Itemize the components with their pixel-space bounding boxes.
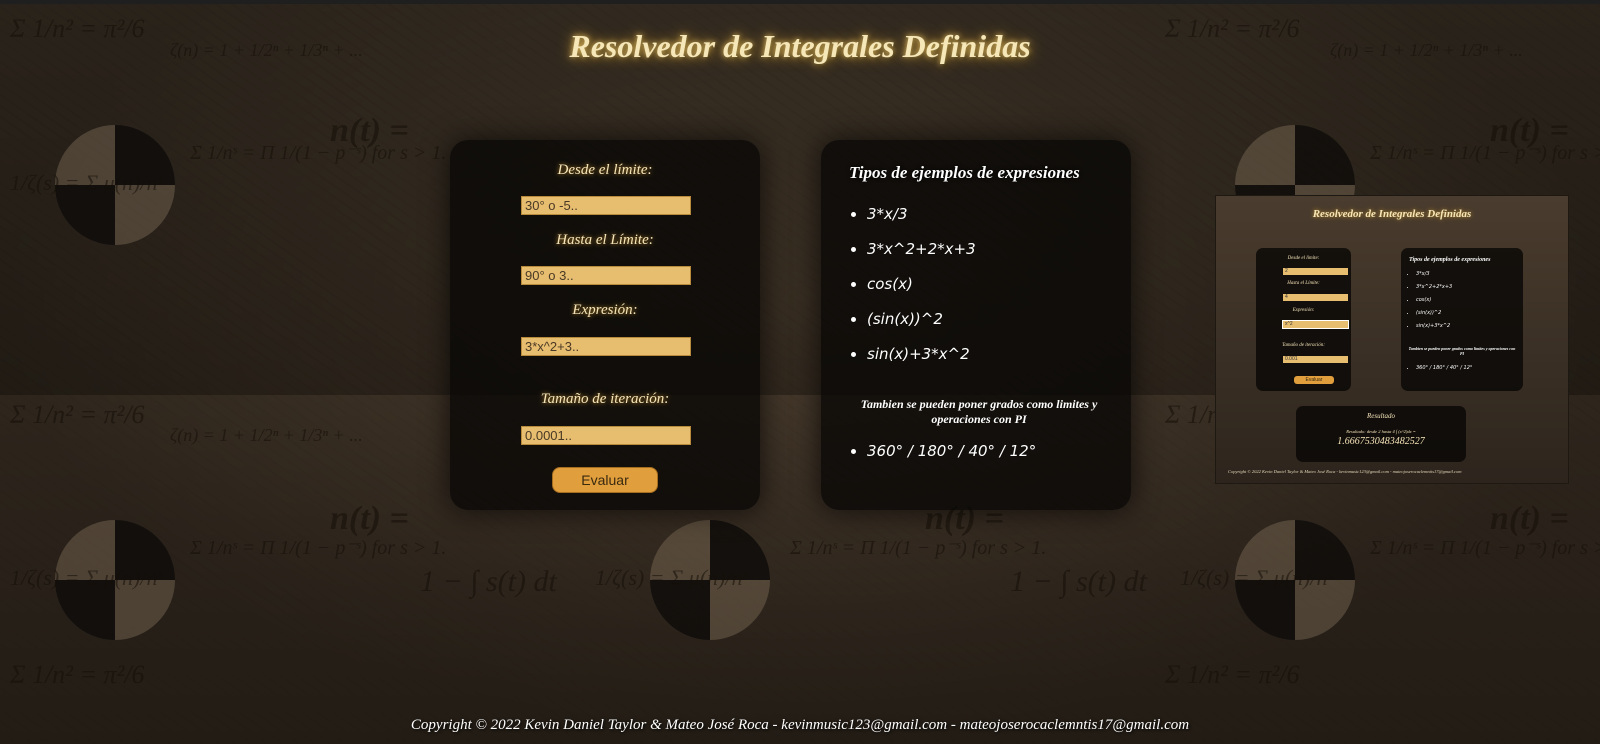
from-limit-input[interactable] xyxy=(521,196,691,215)
degree-example-item: 360° / 180° / 40° / 12° xyxy=(867,442,1036,460)
formula-decoration: 1/ζ(s) = Σ μ(n)/nˢ xyxy=(595,565,748,590)
formula-decoration: 1/ζ(s) = Σ μ(n)/nˢ xyxy=(10,565,163,590)
formula-decoration: 1 − ∫ s(t) dt xyxy=(1010,565,1147,598)
integral-form-panel: Desde el límite: Hasta el Límite: Expres… xyxy=(450,140,760,510)
preview-to-label: Hasta el Límite: xyxy=(1287,281,1320,286)
formula-decoration: Σ 1/nˢ = Π 1/(1 − p⁻ˢ) for s > 1. xyxy=(1370,537,1600,559)
preview-result-panel: Resultado Resultado: desde 2 hasta 4 ∫ (… xyxy=(1296,406,1466,462)
formula-decoration: n(t) = xyxy=(330,500,409,537)
preview-step-input: 0.001 xyxy=(1283,356,1348,363)
example-item: (sin(x))^2 xyxy=(867,310,976,345)
formula-decoration: Σ 1/n² = π²/6 xyxy=(10,660,145,689)
degrees-note: Tambien se pueden poner grados como limi… xyxy=(860,397,1098,426)
expression-input[interactable] xyxy=(521,337,691,356)
examples-title: Tipos de ejemplos de expresiones xyxy=(849,163,1080,182)
preview-examples-title: Tipos de ejemplos de expresiones xyxy=(1409,257,1491,263)
preview-from-input: 2 xyxy=(1283,268,1348,275)
formula-decoration: Σ 1/nˢ = Π 1/(1 − p⁻ˢ) for s > 1. xyxy=(190,537,447,559)
formula-decoration: Σ 1/nˢ = Π 1/(1 − p⁻ˢ) for s > 1. xyxy=(190,142,447,164)
preview-result-value: 1.6667530483482527 xyxy=(1337,436,1425,447)
preview-examples-panel: Tipos de ejemplos de expresiones 3*x/3 3… xyxy=(1401,248,1523,391)
formula-decoration: ζ(n) = 1 + 1/2ⁿ + 1/3ⁿ + ... xyxy=(170,425,363,445)
evaluate-button[interactable]: Evaluar xyxy=(552,467,658,493)
preview-example-item: sin(x)+3*x^2 xyxy=(1416,323,1452,336)
example-item: 3*x/3 xyxy=(867,205,976,240)
step-size-input[interactable] xyxy=(521,426,691,445)
preview-screenshot: Resolvedor de Integrales Definidas Desde… xyxy=(1215,195,1569,484)
formula-decoration: Σ 1/nˢ = Π 1/(1 − p⁻ˢ) for s > 1. xyxy=(1370,142,1600,164)
preview-evaluate-button: Evaluar xyxy=(1294,376,1334,384)
formula-decoration: 1/ζ(s) = Σ μ(n)/nˢ xyxy=(1180,565,1333,590)
preview-from-label: Desde el limite: xyxy=(1287,256,1320,261)
preview-example-item: 3*x^2+2*x+3 xyxy=(1416,284,1452,297)
preview-step-label: Tamaño de iteración: xyxy=(1282,343,1325,348)
formula-decoration: 1/ζ(s) = Σ μ(n)/nˢ xyxy=(10,170,163,195)
degree-example-list: 360° / 180° / 40° / 12° xyxy=(849,442,1036,460)
from-limit-label: Desde el límite: xyxy=(557,162,653,178)
preview-expression-input: x^2 xyxy=(1283,321,1348,328)
preview-examples-list: 3*x/3 3*x^2+2*x+3 cos(x) (sin(x))^2 sin(… xyxy=(1409,271,1452,336)
preview-example-item: 3*x/3 xyxy=(1416,271,1452,284)
preview-example-item: cos(x) xyxy=(1416,297,1452,310)
examples-list: 3*x/3 3*x^2+2*x+3 cos(x) (sin(x))^2 sin(… xyxy=(849,205,976,380)
formula-decoration: Σ 1/nˢ = Π 1/(1 − p⁻ˢ) for s > 1. xyxy=(790,537,1047,559)
example-item: cos(x) xyxy=(867,275,976,310)
preview-degree-list: 360° / 180° / 40° / 12° xyxy=(1409,365,1472,371)
to-limit-label: Hasta el Límite: xyxy=(556,232,654,248)
preview-degree-item: 360° / 180° / 40° / 12° xyxy=(1416,365,1472,371)
preview-result-title: Resultado xyxy=(1367,412,1395,420)
preview-to-input: 4 xyxy=(1283,294,1348,301)
expression-label: Expresión: xyxy=(572,302,638,318)
examples-panel: Tipos de ejemplos de expresiones 3*x/3 3… xyxy=(821,140,1131,510)
formula-decoration: Σ 1/n² = π²/6 xyxy=(1165,660,1300,689)
preview-copyright: Copyright © 2022 Kevin Daniel Taylor & M… xyxy=(1228,469,1462,474)
step-size-label: Tamaño de iteración: xyxy=(540,391,670,407)
preview-result-label: Resultado: desde 2 hasta 4 ∫ (x^2)dx = xyxy=(1346,429,1416,434)
page-title: Resolvedor de Integrales Definidas xyxy=(569,28,1031,64)
formula-decoration: 1 − ∫ s(t) dt xyxy=(420,565,557,598)
preview-title: Resolvedor de Integrales Definidas xyxy=(1312,208,1472,220)
preview-example-item: (sin(x))^2 xyxy=(1416,310,1452,323)
preview-form-panel: Desde el limite: 2 Hasta el Límite: 4 Ex… xyxy=(1256,248,1351,391)
example-item: sin(x)+3*x^2 xyxy=(867,345,976,380)
formula-decoration: Σ 1/n² = π²/6 xyxy=(10,400,145,429)
to-limit-input[interactable] xyxy=(521,266,691,285)
footer-copyright: Copyright © 2022 Kevin Daniel Taylor & M… xyxy=(410,717,1190,733)
formula-decoration: n(t) = xyxy=(1490,500,1569,537)
preview-degrees-note: Tambien se pueden poner grados como limi… xyxy=(1408,346,1516,356)
preview-expression-label: Expresión: xyxy=(1292,308,1315,313)
example-item: 3*x^2+2*x+3 xyxy=(867,240,976,275)
